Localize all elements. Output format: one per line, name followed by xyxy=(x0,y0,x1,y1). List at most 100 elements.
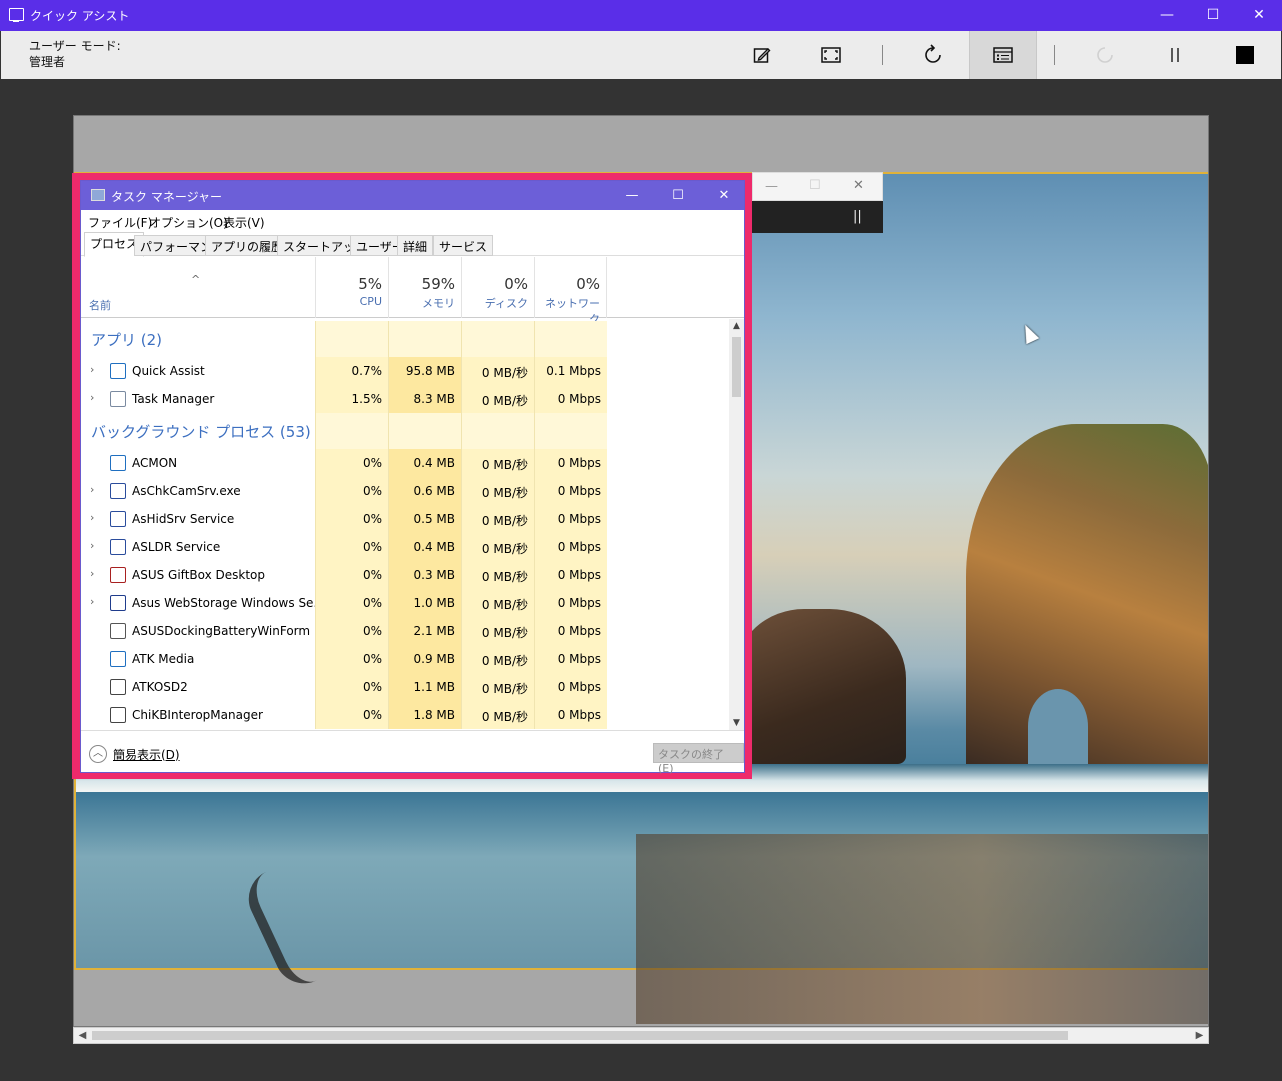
expand-chevron-icon[interactable]: › xyxy=(90,595,94,608)
scroll-right-icon[interactable]: ▶ xyxy=(1191,1028,1208,1043)
wallpaper-rock-right xyxy=(966,424,1208,764)
end-task-button[interactable]: タスクの終了(E) xyxy=(653,743,744,775)
group-cell xyxy=(388,321,461,357)
expand-chevron-icon[interactable]: › xyxy=(90,363,94,376)
process-icon xyxy=(110,595,126,611)
process-disk-cell: 0 MB/秒 xyxy=(461,449,534,477)
task-manager-footer: ︿ 簡易表示(D) タスクの終了(E) xyxy=(81,730,744,775)
toolbar-separator xyxy=(1054,45,1055,65)
process-name: Quick Assist xyxy=(132,364,205,378)
group-cell xyxy=(461,321,534,357)
actual-size-button[interactable] xyxy=(797,31,865,79)
process-row[interactable]: › ASUS GiftBox Desktop 0% 0.3 MB 0 MB/秒 0 Mbp… xyxy=(81,561,729,589)
quick-assist-titlebar: クイック アシスト — ☐ ✕ xyxy=(0,0,1282,31)
process-name: ATKOSD2 xyxy=(132,680,188,694)
process-row[interactable]: › Quick Assist 0.7% 95.8 MB 0 MB/秒 0.1 Mbps xyxy=(81,357,729,385)
close-icon: ✕ xyxy=(853,178,864,193)
window-title: クイック アシスト xyxy=(30,9,130,23)
process-net-cell: 0 Mbps xyxy=(534,477,607,505)
process-net-cell: 0 Mbps xyxy=(534,701,607,729)
process-disk-cell: 0 MB/秒 xyxy=(461,505,534,533)
minimize-button[interactable]: — xyxy=(1144,0,1190,31)
reconnect-icon xyxy=(1097,47,1113,63)
fewer-details-button[interactable]: ︿ 簡易表示(D) xyxy=(89,745,180,763)
process-row[interactable]: ASUSDockingBatteryWinForm 0% 2.1 MB 0 MB/秒 0… xyxy=(81,617,729,645)
expand-chevron-icon[interactable]: › xyxy=(90,567,94,580)
tm-maximize-button[interactable]: ☐ xyxy=(655,181,701,210)
process-mem-cell: 1.8 MB xyxy=(388,701,461,729)
column-network[interactable]: 0% ネットワーク xyxy=(534,257,607,326)
restart-button[interactable] xyxy=(899,31,967,79)
process-cpu-cell: 0% xyxy=(315,449,388,477)
pause-button[interactable] xyxy=(1141,31,1209,79)
group-cell xyxy=(534,413,607,449)
process-row[interactable]: › Asus WebStorage Windows Se... 0% 1.0 MB 0 … xyxy=(81,589,729,617)
process-row[interactable]: ACMON 0% 0.4 MB 0 MB/秒 0 Mbps xyxy=(81,449,729,477)
scroll-down-icon[interactable]: ▼ xyxy=(729,716,744,730)
process-mem-cell: 0.3 MB xyxy=(388,561,461,589)
process-cpu-cell: 0% xyxy=(315,505,388,533)
scroll-up-icon[interactable]: ▲ xyxy=(729,319,744,333)
expand-chevron-icon[interactable]: › xyxy=(90,483,94,496)
expand-chevron-icon[interactable]: › xyxy=(90,511,94,524)
background-window: — ☐ ✕ || xyxy=(752,172,883,233)
menu-options[interactable]: オプション(O) xyxy=(149,214,228,231)
process-disk-cell: 0 MB/秒 xyxy=(461,589,534,617)
refresh-icon xyxy=(925,44,941,63)
task-manager-title: タスク マネージャー xyxy=(111,190,222,204)
group-background-title: バックグラウンド プロセス (53) xyxy=(91,423,311,441)
process-row[interactable]: ATKOSD2 0% 1.1 MB 0 MB/秒 0 Mbps xyxy=(81,673,729,701)
column-name[interactable]: 名前 xyxy=(89,297,111,313)
process-name: Asus WebStorage Windows Se... xyxy=(132,596,325,610)
process-row[interactable]: › AsChkCamSrv.exe 0% 0.6 MB 0 MB/秒 0 Mbps xyxy=(81,477,729,505)
process-name: ChiKBInteropManager xyxy=(132,708,263,722)
expand-chevron-icon[interactable]: › xyxy=(90,391,94,404)
process-mem-cell: 0.6 MB xyxy=(388,477,461,505)
group-apps[interactable]: アプリ (2) xyxy=(81,321,729,357)
horizontal-scrollbar-thumb[interactable] xyxy=(92,1031,1068,1040)
scrollbar-thumb[interactable] xyxy=(732,337,741,397)
process-net-cell: 0.1 Mbps xyxy=(534,357,607,385)
group-background[interactable]: バックグラウンド プロセス (53) xyxy=(81,413,729,449)
tab-details[interactable]: 詳細 xyxy=(397,235,434,256)
process-name: ATK Media xyxy=(132,652,195,666)
sort-caret-icon: ^ xyxy=(191,273,201,286)
process-icon xyxy=(110,567,126,583)
process-net-cell: 0 Mbps xyxy=(534,505,607,533)
column-disk[interactable]: 0% ディスク xyxy=(461,257,534,318)
task-manager-button[interactable] xyxy=(969,31,1037,79)
group-cell xyxy=(461,413,534,449)
task-manager-icon xyxy=(993,47,1013,63)
group-cell xyxy=(315,413,388,449)
reconnect-button[interactable] xyxy=(1071,31,1139,79)
process-row[interactable]: › ASLDR Service 0% 0.4 MB 0 MB/秒 0 Mbps xyxy=(81,533,729,561)
process-net-cell: 0 Mbps xyxy=(534,645,607,673)
end-session-button[interactable] xyxy=(1211,31,1279,79)
process-row[interactable]: › AsHidSrv Service 0% 0.5 MB 0 MB/秒 0 Mbps xyxy=(81,505,729,533)
process-icon xyxy=(110,511,126,527)
annotate-button[interactable] xyxy=(728,31,796,79)
disk-label: ディスク xyxy=(484,297,528,310)
quick-assist-toolbar: ユーザー モード: 管理者 xyxy=(1,31,1281,79)
tm-minimize-button[interactable]: — xyxy=(609,181,655,210)
process-row[interactable]: › Task Manager 1.5% 8.3 MB 0 MB/秒 0 Mbps xyxy=(81,385,729,413)
tm-close-button[interactable]: ✕ xyxy=(701,181,747,210)
close-button[interactable]: ✕ xyxy=(1236,0,1282,31)
menu-view[interactable]: 表示(V) xyxy=(223,214,265,231)
menu-file[interactable]: ファイル(F) xyxy=(88,214,152,231)
process-row[interactable]: ChiKBInteropManager 0% 1.8 MB 0 MB/秒 0 Mbps xyxy=(81,701,729,729)
expand-chevron-icon[interactable]: › xyxy=(90,539,94,552)
column-cpu[interactable]: 5% CPU xyxy=(315,257,388,318)
tab-services[interactable]: サービス xyxy=(433,235,494,256)
fit-screen-icon xyxy=(821,47,841,63)
process-mem-cell: 0.9 MB xyxy=(388,645,461,673)
process-disk-cell: 0 MB/秒 xyxy=(461,357,534,385)
scroll-left-icon[interactable]: ◀ xyxy=(74,1028,91,1043)
remote-view-horizontal-scrollbar[interactable]: ◀ ▶ xyxy=(73,1027,1209,1044)
process-row[interactable]: ATK Media 0% 0.9 MB 0 MB/秒 0 Mbps xyxy=(81,645,729,673)
maximize-button[interactable]: ☐ xyxy=(1190,0,1236,31)
process-list-scrollbar[interactable]: ▲ ▼ xyxy=(729,319,744,730)
column-memory[interactable]: 59% メモリ xyxy=(388,257,461,318)
process-name: ACMON xyxy=(132,456,178,470)
process-name: AsChkCamSrv.exe xyxy=(132,484,241,498)
